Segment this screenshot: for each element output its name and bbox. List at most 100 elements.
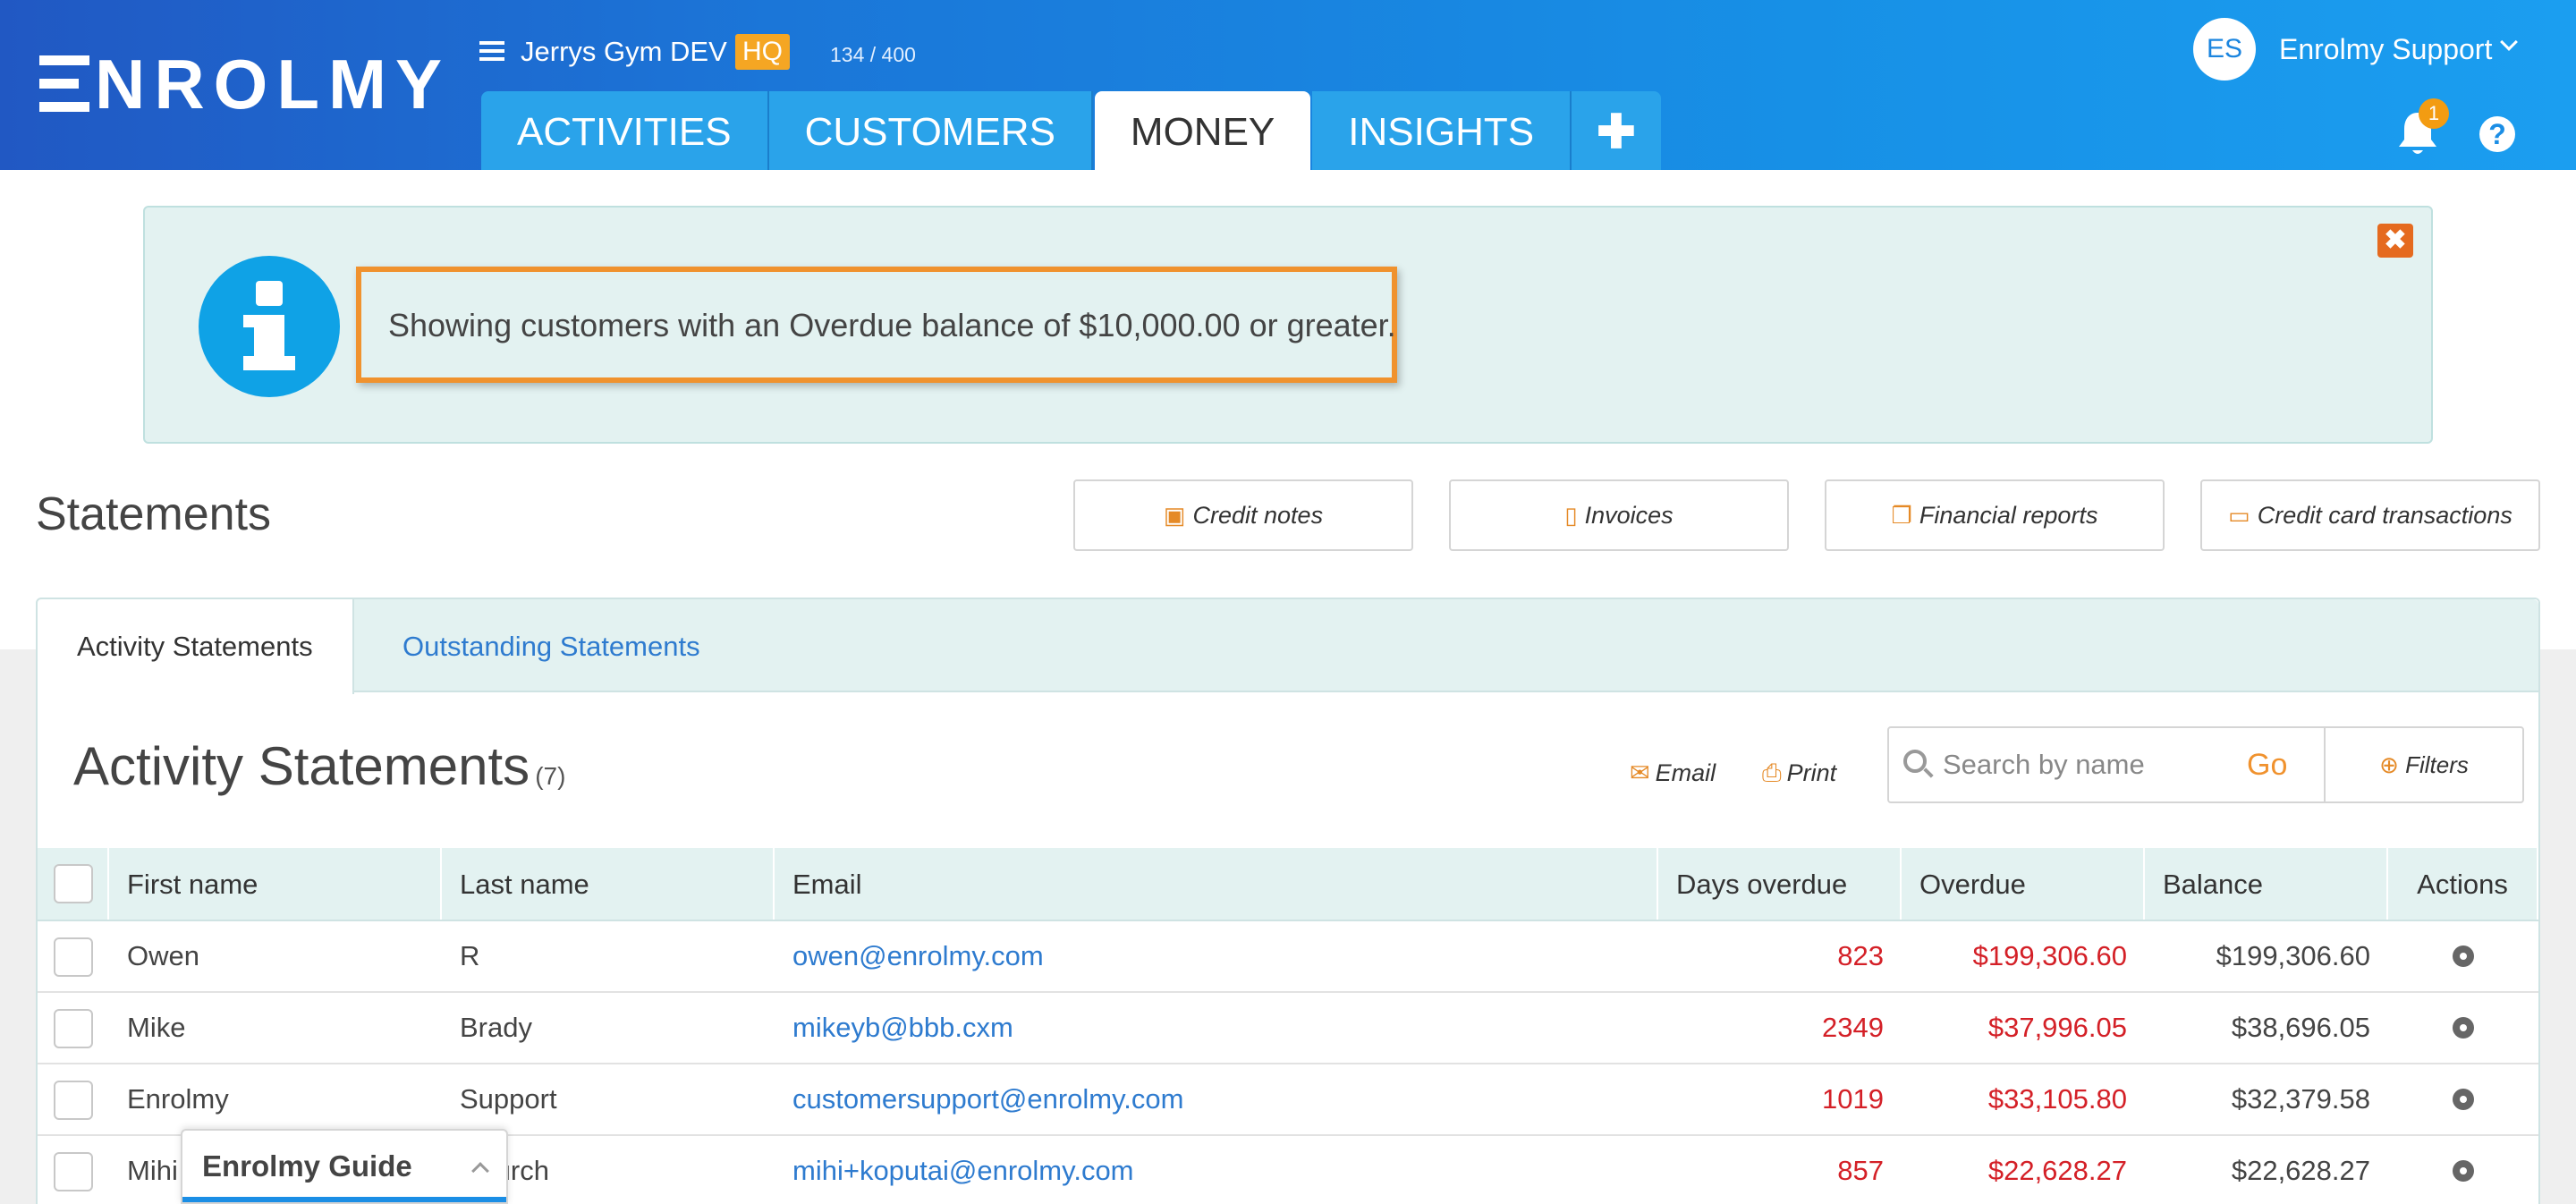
section-title-text: Activity Statements [73,736,530,796]
first-name-cell: Enrolmy [127,1083,229,1115]
balance-cell: $32,379.58 [2231,1083,2370,1115]
gear-icon[interactable] [2453,1017,2474,1039]
email-link[interactable]: owen@enrolmy.com [792,940,1044,971]
select-all-checkbox[interactable] [54,864,93,903]
col-days-overdue[interactable]: Days overdue [1658,848,1902,920]
print-label: Print [1786,759,1837,786]
search-icon [1903,750,1927,773]
table-row: Owen R owen@enrolmy.com 823 $199,306.60 … [38,921,2538,993]
last-name-cell: Brady [460,1012,532,1043]
invoices-button[interactable]: ▯ Invoices [1449,479,1789,551]
chevron-down-icon[interactable] [2500,33,2518,51]
add-tab-plus-icon[interactable]: ✚ [1572,91,1661,170]
last-name-cell: Support [460,1083,557,1115]
notification-count-badge: 1 [2419,98,2449,129]
email-label: Email [1655,759,1716,786]
plus-circle-icon: ⊕ [2379,751,2399,778]
last-name-cell: R [460,940,480,971]
top-header: NROLMY Jerrys Gym DEV HQ 134 / 400 ACTIV… [0,0,2576,170]
overdue-cell: $33,105.80 [1987,1083,2127,1115]
col-first-name[interactable]: First name [109,848,442,920]
credit-notes-button[interactable]: ▣ Credit notes [1073,479,1413,551]
printer-icon: ⎙ [1762,759,1782,786]
section-title: Activity Statements (7) [73,733,565,810]
col-email[interactable]: Email [775,848,1658,920]
search-box: Go [1887,726,2326,803]
user-avatar[interactable]: ES [2193,18,2256,81]
table-row: Mike Brady mikeyb@bbb.cxm 2349 $37,996.0… [38,993,2538,1064]
main-nav: ACTIVITIES CUSTOMERS MONEY INSIGHTS ✚ [481,91,1661,170]
credit-notes-label: Credit notes [1192,502,1324,529]
tab-activity-statements[interactable]: Activity Statements [38,599,354,694]
tab-customers[interactable]: CUSTOMERS [768,91,1093,170]
statement-tabs: Activity Statements Outstanding Statemen… [38,599,2538,694]
row-checkbox[interactable] [54,1152,93,1191]
overdue-cell: $22,628.27 [1987,1155,2127,1186]
invoices-label: Invoices [1584,502,1674,529]
overdue-cell: $199,306.60 [1972,940,2127,971]
help-icon[interactable]: ? [2479,116,2515,152]
statements-panel: Activity Statements Outstanding Statemen… [36,598,2540,1204]
row-checkbox[interactable] [54,937,93,977]
enrolmy-logo[interactable]: NROLMY [39,47,451,122]
search-input[interactable] [1943,744,2211,785]
email-link[interactable]: mikeyb@bbb.cxm [792,1012,1013,1043]
info-icon [199,256,340,397]
info-banner: Showing customers with an Overdue balanc… [143,206,2433,444]
col-actions: Actions [2388,848,2538,920]
account-name[interactable]: Jerrys Gym DEV [521,32,727,72]
first-name-cell: Mike [127,1012,186,1043]
logo-text: NROLMY [95,45,451,123]
hq-badge: HQ [735,34,790,70]
chevron-up-icon[interactable] [471,1162,489,1180]
row-checkbox[interactable] [54,1009,93,1048]
email-link[interactable]: customersupport@enrolmy.com [792,1083,1183,1115]
logo-e-mark [39,55,89,113]
gear-icon[interactable] [2453,1160,2474,1182]
row-checkbox[interactable] [54,1081,93,1120]
tab-activities[interactable]: ACTIVITIES [481,91,769,170]
page-title: Statements [36,488,272,540]
overdue-cell: $37,996.05 [1987,1012,2127,1043]
credit-card-transactions-button[interactable]: ▭ Credit card transactions [2200,479,2540,551]
envelope-icon: ✉ [1630,759,1650,786]
copy-icon: ❐ [1891,502,1912,529]
tab-outstanding-statements[interactable]: Outstanding Statements [363,599,740,692]
user-menu-name[interactable]: Enrolmy Support [2279,30,2492,68]
gear-icon[interactable] [2453,945,2474,967]
balance-cell: $38,696.05 [2231,1012,2370,1043]
credit-card-icon: ▭ [2228,502,2250,529]
section-count: (7) [535,762,566,790]
hamburger-menu-icon[interactable] [479,41,504,61]
financial-reports-label: Financial reports [1919,502,2098,529]
col-overdue[interactable]: Overdue [1902,848,2145,920]
credit-card-transactions-label: Credit card transactions [2257,502,2512,529]
guide-accent-bar [182,1197,506,1202]
financial-reports-button[interactable]: ❐ Financial reports [1825,479,2165,551]
email-button[interactable]: ✉ Email [1630,757,1716,789]
tab-insights[interactable]: INSIGHTS [1312,91,1572,170]
balance-cell: $199,306.60 [2216,940,2370,971]
guide-title: Enrolmy Guide [202,1149,412,1183]
enrolmy-guide-widget[interactable]: Enrolmy Guide [181,1129,508,1204]
banner-message: Showing customers with an Overdue balanc… [388,307,1396,343]
gear-icon[interactable] [2453,1089,2474,1110]
file-icon: ▯ [1564,502,1578,529]
days-overdue-cell: 2349 [1822,1012,1884,1043]
close-icon[interactable]: ✖ [2377,224,2413,258]
days-overdue-cell: 823 [1837,940,1884,971]
days-overdue-cell: 1019 [1822,1083,1884,1115]
email-link[interactable]: mihi+koputai@enrolmy.com [792,1155,1134,1186]
col-balance[interactable]: Balance [2145,848,2388,920]
tab-money[interactable]: MONEY [1094,91,1311,170]
banner-message-highlight: Showing customers with an Overdue balanc… [356,267,1397,383]
select-all-cell [38,848,109,920]
go-button[interactable]: Go [2247,742,2287,787]
table-header: First name Last name Email Days overdue … [38,848,2538,921]
money-icon: ▣ [1163,502,1186,529]
days-overdue-cell: 857 [1837,1155,1884,1186]
filters-button[interactable]: ⊕ Filters [2324,726,2524,803]
first-name-cell: Owen [127,940,199,971]
col-last-name[interactable]: Last name [442,848,775,920]
print-button[interactable]: ⎙ Print [1762,757,1836,789]
